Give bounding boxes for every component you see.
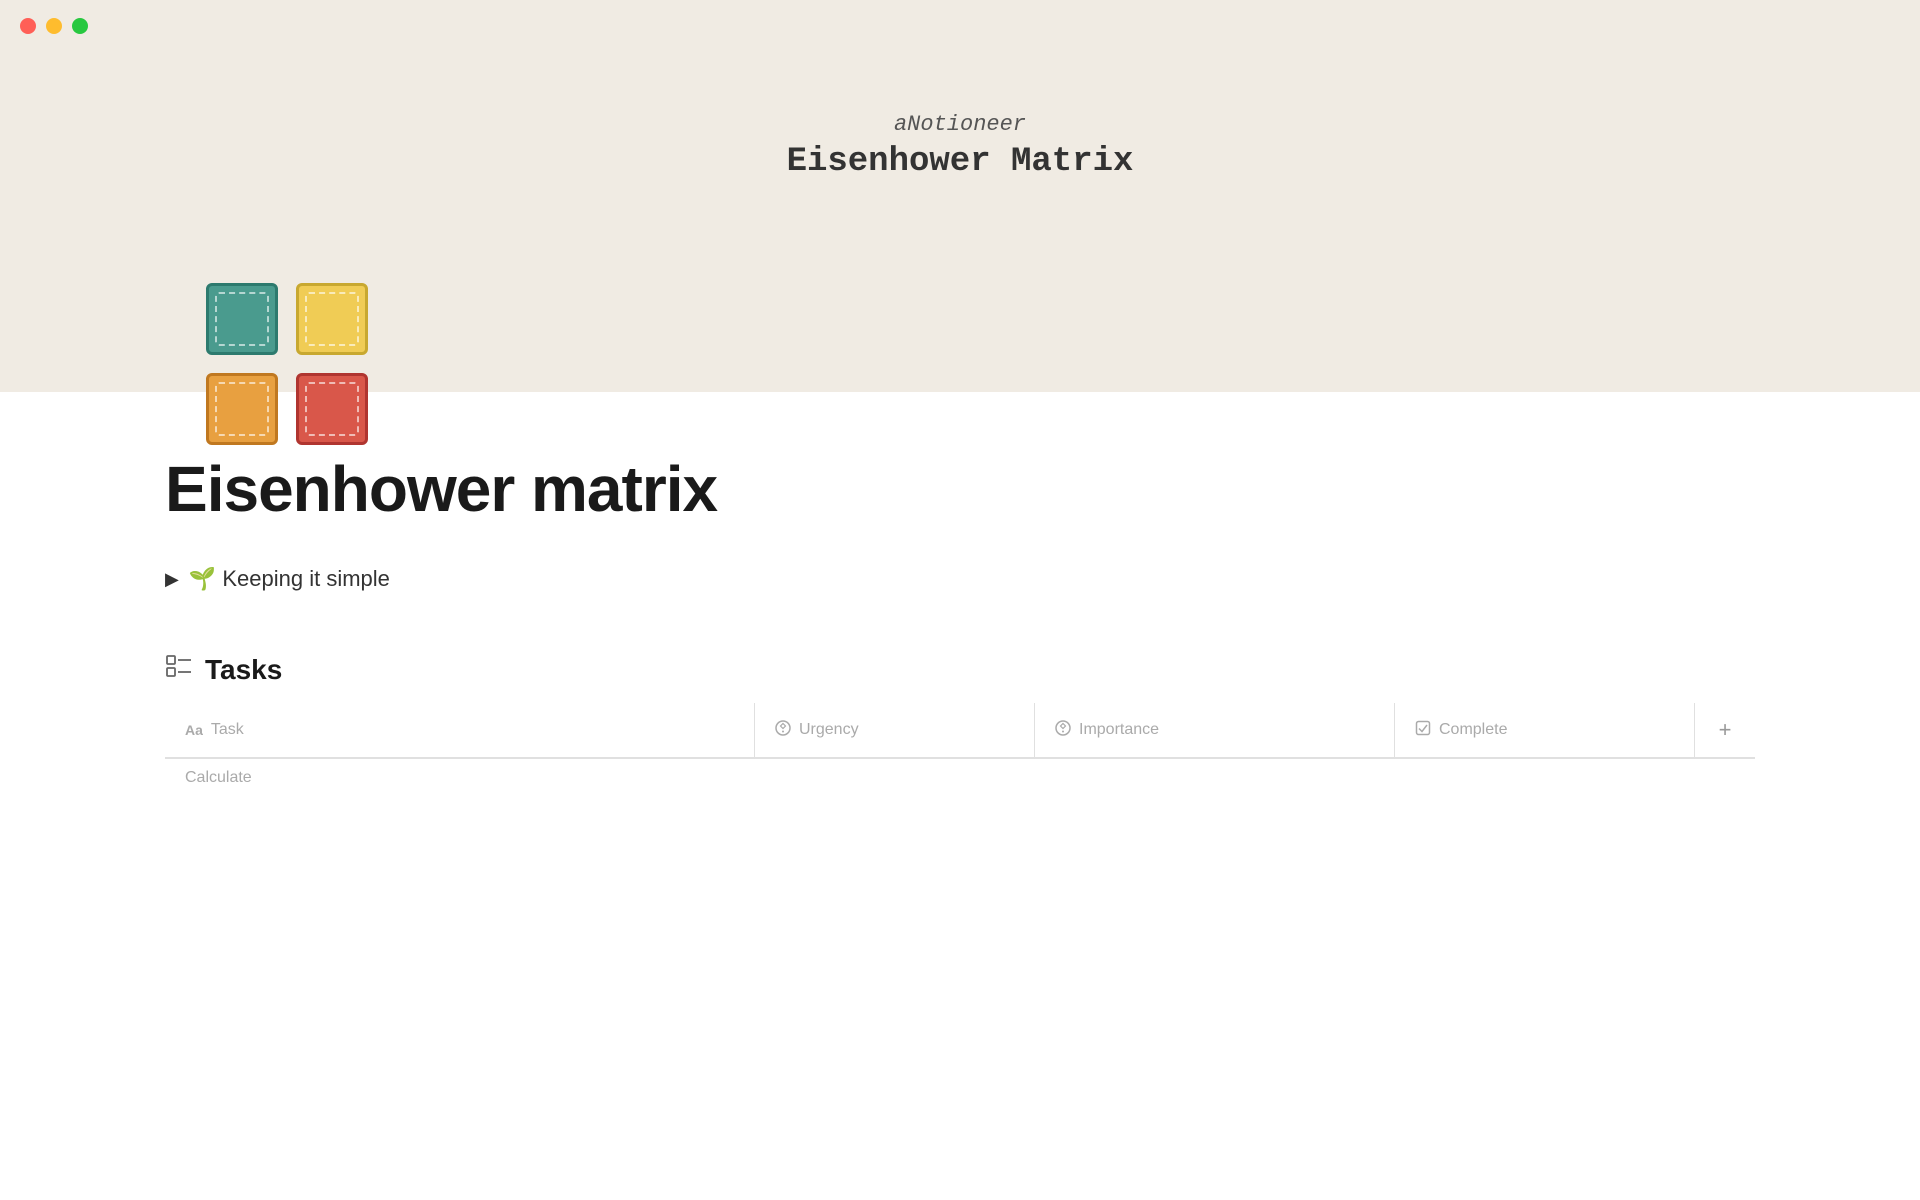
toggle-label: 🌱 Keeping it simple	[189, 566, 390, 592]
matrix-cell-teal	[199, 276, 284, 361]
matrix-icon-grid	[195, 272, 375, 452]
col-task-header: Aa Task	[165, 703, 755, 757]
toggle-text: Keeping it simple	[222, 566, 390, 591]
close-button[interactable]	[20, 18, 36, 34]
add-column-button[interactable]: +	[1695, 703, 1755, 757]
table-header: Aa Task Urgency Importa	[165, 703, 1755, 758]
maximize-button[interactable]	[72, 18, 88, 34]
matrix-cell-teal-inner	[206, 283, 278, 355]
main-content: Eisenhower matrix ▶ 🌱 Keeping it simple …	[0, 452, 1920, 797]
matrix-cell-red-inner	[296, 373, 368, 445]
tasks-header: Tasks	[165, 652, 1755, 687]
task-col-icon: Aa	[185, 722, 203, 738]
hero-subtitle: aNotioneer	[894, 112, 1026, 137]
matrix-cell-yellow	[289, 276, 374, 361]
tasks-title: Tasks	[205, 654, 282, 686]
urgency-col-icon	[775, 720, 791, 741]
matrix-cell-yellow-inner	[296, 283, 368, 355]
hero-banner: aNotioneer Eisenhower Matrix	[0, 52, 1920, 392]
col-complete-header: Complete	[1395, 703, 1695, 757]
toggle-row[interactable]: ▶ 🌱 Keeping it simple	[165, 566, 1755, 592]
matrix-cell-orange-inner	[206, 373, 278, 445]
urgency-col-label: Urgency	[799, 721, 859, 739]
col-importance-header: Importance	[1035, 703, 1395, 757]
complete-col-label: Complete	[1439, 721, 1507, 739]
toggle-arrow: ▶	[165, 569, 179, 590]
minimize-button[interactable]	[46, 18, 62, 34]
page-title: Eisenhower matrix	[165, 452, 1755, 526]
hero-title: Eisenhower Matrix	[787, 143, 1134, 181]
task-col-label: Task	[211, 721, 244, 739]
calculate-hint: Calculate	[185, 769, 252, 787]
importance-col-icon	[1055, 720, 1071, 741]
matrix-cell-orange	[199, 366, 284, 451]
toggle-emoji: 🌱	[189, 566, 216, 591]
table-bottom-row: Calculate	[165, 758, 1755, 797]
title-bar	[0, 0, 1920, 52]
matrix-cell-red	[289, 366, 374, 451]
col-urgency-header: Urgency	[755, 703, 1035, 757]
complete-col-icon	[1415, 720, 1431, 741]
tasks-icon	[165, 652, 193, 687]
importance-col-label: Importance	[1079, 721, 1159, 739]
